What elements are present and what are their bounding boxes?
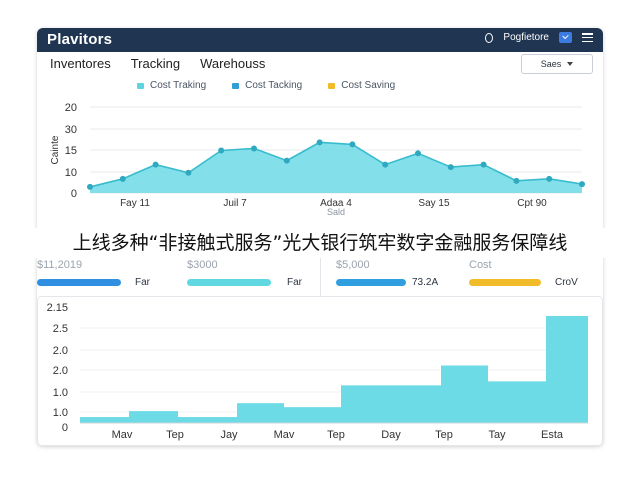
divider	[320, 258, 321, 296]
bar-chart: 2.15 2.5 2.0 2.0 1.0 1.0 0 Mav Tep Jay Mav Tep Day Te…	[37, 296, 603, 446]
x-tick-label: Tep	[327, 429, 345, 441]
y-tick-label: 0	[71, 188, 77, 200]
stat-card[interactable]: $11,2019 Far	[37, 258, 187, 296]
data-point	[513, 177, 520, 184]
stat-value: Cost	[469, 259, 492, 271]
area-chart: 203015100CainteFay 11 Juil 7 Adaa 4 Say 15 C…	[50, 102, 585, 217]
stat-bar	[187, 279, 271, 286]
data-point	[251, 145, 257, 152]
y-tick-label: 20	[65, 102, 77, 114]
data-point	[480, 161, 487, 168]
bar	[237, 403, 284, 423]
x-tick-label: Jay	[220, 429, 238, 441]
stat-bar	[37, 279, 121, 286]
data-point	[579, 181, 585, 188]
stat-label: CroV	[555, 277, 578, 288]
x-tick-label: Say 15	[418, 198, 450, 209]
data-point	[316, 139, 323, 146]
data-point	[218, 147, 225, 154]
x-tick-label: Juil 7	[223, 198, 247, 209]
data-point	[87, 183, 93, 190]
news-banner: 上线多种“非接触式服务”光大银行筑牢数字金融服务保障线	[0, 228, 640, 258]
x-tick-label: Esta	[541, 429, 564, 441]
stat-value: $3000	[187, 259, 218, 271]
x-tick-label: Cpt 90	[517, 198, 547, 209]
stat-value: $5,000	[336, 259, 370, 271]
x-tick-label: Tep	[166, 429, 184, 441]
y-tick-label: 0	[62, 422, 68, 434]
bar	[284, 407, 341, 423]
stat-value: $11,2019	[37, 259, 83, 271]
y-tick-label: 15	[65, 145, 77, 157]
y-tick-label: 30	[65, 124, 77, 136]
stats-row: $11,2019 Far $3000 Far $5,000 73.2A Cost…	[37, 258, 603, 296]
data-point	[283, 157, 290, 164]
y-tick-label: 2.15	[47, 302, 68, 314]
stat-label: Far	[287, 277, 302, 288]
bar	[129, 411, 178, 423]
y-tick-label: 1.0	[53, 407, 68, 419]
data-point	[447, 164, 454, 171]
y-tick-label: 2.0	[53, 345, 68, 357]
stat-bar	[469, 279, 541, 286]
x-tick-label: Fay 11	[120, 198, 150, 209]
data-point	[382, 161, 389, 168]
data-point	[415, 150, 421, 157]
y-tick-label: 2.0	[53, 365, 68, 377]
data-point	[185, 169, 192, 176]
y-axis-label: Cainte	[50, 135, 61, 164]
x-tick-label: Tep	[435, 429, 453, 441]
bar	[341, 385, 441, 423]
stat-label: 73.2A	[412, 277, 439, 288]
data-point	[119, 175, 126, 182]
y-tick-label: 2.5	[53, 323, 68, 335]
data-point	[546, 175, 553, 182]
stat-card[interactable]: Cost CroV	[469, 258, 603, 296]
bar	[546, 315, 588, 423]
bar	[488, 381, 546, 423]
bar	[80, 417, 129, 423]
x-tick-label: Mav	[112, 429, 133, 441]
stat-card[interactable]: $5,000 73.2A	[336, 258, 466, 296]
x-tick-label: Day	[381, 429, 401, 441]
stat-card[interactable]: $3000 Far	[187, 258, 317, 296]
x-tick-label: Tay	[488, 429, 506, 441]
y-tick-label: 1.0	[53, 387, 68, 399]
bar	[178, 417, 237, 423]
data-point	[349, 141, 356, 148]
y-tick-label: 10	[65, 167, 77, 179]
data-point	[152, 161, 159, 168]
bar	[441, 365, 488, 423]
x-tick-label: Mav	[274, 429, 295, 441]
stat-label: Far	[135, 277, 150, 288]
stat-bar	[336, 279, 406, 286]
x-axis-label: Sald	[327, 207, 345, 217]
